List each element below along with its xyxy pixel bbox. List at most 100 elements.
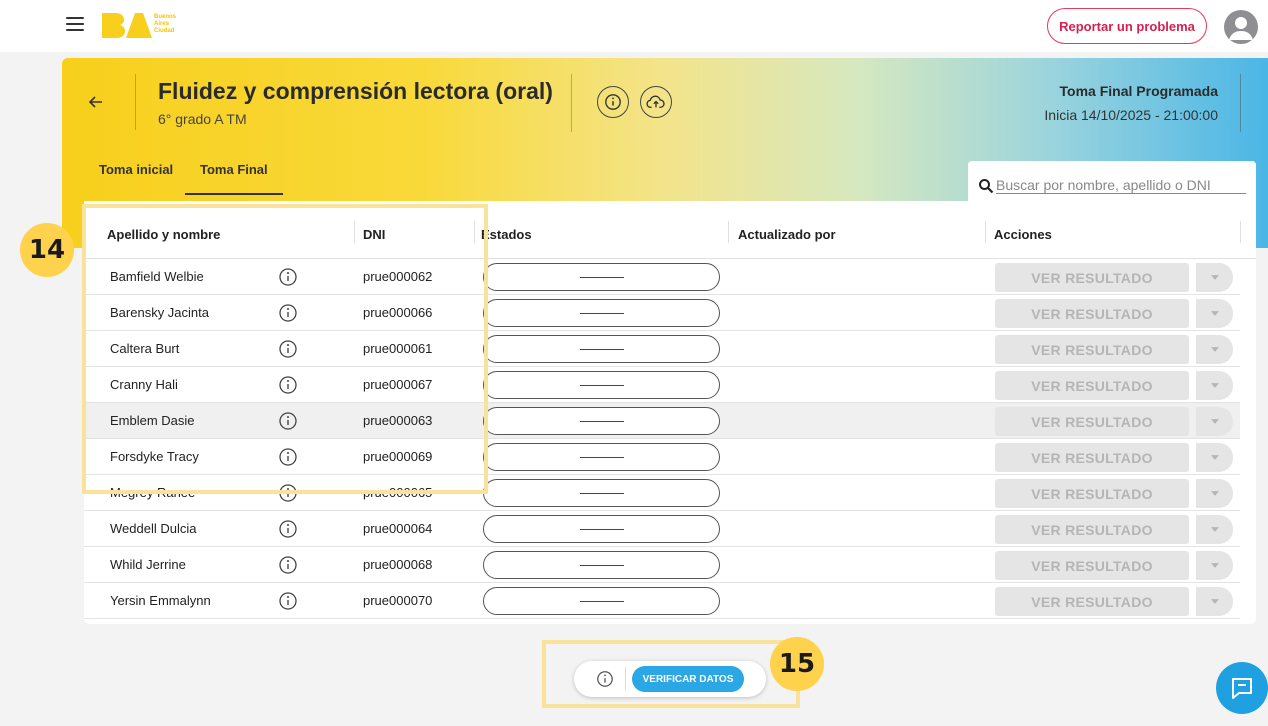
column-divider (985, 221, 986, 243)
toma-start-date: Inicia 14/10/2025 - 21:00:00 (1044, 107, 1218, 123)
view-result-button[interactable]: VER RESULTADO (995, 479, 1189, 508)
caret-down-icon (1210, 383, 1219, 388)
student-name: Cranny Hali (110, 377, 178, 392)
column-header-dni: DNI (363, 227, 386, 242)
table-row: Caltera Burt prue000061 VER RESULTADO (84, 331, 1240, 367)
info-icon[interactable] (278, 483, 298, 503)
annotation-badge-15: 15 (770, 637, 824, 691)
view-result-button[interactable]: VER RESULTADO (995, 407, 1189, 436)
header-divider (135, 74, 136, 130)
info-icon[interactable] (278, 555, 298, 575)
info-icon[interactable] (278, 375, 298, 395)
table-row: Barensky Jacinta prue000066 VER RESULTADO (84, 295, 1240, 331)
page-title: Fluidez y comprensión lectora (oral) (158, 78, 553, 104)
column-header-estados: Estados (481, 227, 532, 242)
verify-data-button[interactable]: VERIFICAR DATOS (632, 666, 744, 692)
toma-status-title: Toma Final Programada (1059, 83, 1218, 99)
report-problem-button[interactable]: Reportar un problema (1047, 8, 1207, 44)
cloud-upload-button[interactable] (640, 86, 672, 118)
view-result-button[interactable]: VER RESULTADO (995, 299, 1189, 328)
chat-icon (1232, 678, 1252, 699)
caret-down-icon (1210, 311, 1219, 316)
info-icon[interactable] (596, 670, 614, 688)
actions-dropdown-button[interactable] (1196, 263, 1233, 292)
table-row: Weddell Dulcia prue000064 VER RESULTADO (84, 511, 1240, 547)
actions-dropdown-button[interactable] (1196, 371, 1233, 400)
logo-text-3: Ciudad (154, 28, 175, 34)
avatar[interactable] (1224, 10, 1258, 44)
table-row: Cranny Hali prue000067 VER RESULTADO (84, 367, 1240, 403)
caret-down-icon (1210, 275, 1219, 280)
caret-down-icon (1210, 599, 1219, 604)
table-row: Megrey Ranee prue000065 VER RESULTADO (84, 475, 1240, 511)
actions-dropdown-button[interactable] (1196, 587, 1233, 616)
actions-dropdown-button[interactable] (1196, 335, 1233, 364)
view-result-button[interactable]: VER RESULTADO (995, 551, 1189, 580)
empty-status-dash (580, 457, 624, 458)
status-select[interactable] (483, 443, 720, 471)
empty-status-dash (580, 385, 624, 386)
empty-status-dash (580, 529, 624, 530)
student-name: Weddell Dulcia (110, 521, 197, 536)
view-result-button[interactable]: VER RESULTADO (995, 515, 1189, 544)
column-divider (354, 221, 355, 243)
info-icon[interactable] (278, 447, 298, 467)
table-row: Forsdyke Tracy prue000069 VER RESULTADO (84, 439, 1240, 475)
info-icon[interactable] (278, 267, 298, 287)
status-select[interactable] (483, 515, 720, 543)
column-divider (728, 221, 729, 243)
info-icon[interactable] (278, 303, 298, 323)
view-result-button[interactable]: VER RESULTADO (995, 371, 1189, 400)
search-input[interactable] (996, 177, 1246, 194)
status-select[interactable] (483, 479, 720, 507)
ba-logo[interactable]: Buenos Aires Ciudad (100, 10, 180, 38)
status-select[interactable] (483, 335, 720, 363)
search-icon (979, 179, 994, 194)
status-select[interactable] (483, 551, 720, 579)
empty-status-dash (580, 277, 624, 278)
actions-dropdown-button[interactable] (1196, 515, 1233, 544)
status-select[interactable] (483, 299, 720, 327)
actions-dropdown-button[interactable] (1196, 443, 1233, 472)
students-table: Apellido y nombre DNI Estados Actualizad… (84, 201, 1256, 624)
actions-dropdown-button[interactable] (1196, 407, 1233, 436)
table-row: Emblem Dasie prue000063 VER RESULTADO (84, 403, 1240, 439)
student-name: Yersin Emmalynn (110, 593, 211, 608)
empty-status-dash (580, 313, 624, 314)
menu-icon[interactable] (66, 17, 84, 33)
student-dni: prue000062 (363, 269, 433, 284)
chat-button[interactable] (1216, 662, 1268, 714)
header-divider (571, 74, 572, 132)
tab-toma-inicial[interactable]: Toma inicial (99, 162, 173, 193)
info-icon (605, 94, 621, 110)
status-select[interactable] (483, 407, 720, 435)
empty-status-dash (580, 601, 624, 602)
view-result-button[interactable]: VER RESULTADO (995, 335, 1189, 364)
empty-status-dash (580, 421, 624, 422)
status-select[interactable] (483, 371, 720, 399)
view-result-button[interactable]: VER RESULTADO (995, 443, 1189, 472)
status-select[interactable] (483, 263, 720, 291)
info-button[interactable] (597, 86, 629, 118)
student-name: Whild Jerrine (110, 557, 186, 572)
info-icon[interactable] (278, 591, 298, 611)
actions-dropdown-button[interactable] (1196, 551, 1233, 580)
table-row: Whild Jerrine prue000068 VER RESULTADO (84, 547, 1240, 583)
info-icon[interactable] (278, 519, 298, 539)
info-icon[interactable] (278, 339, 298, 359)
actions-dropdown-button[interactable] (1196, 299, 1233, 328)
cloud-upload-icon (646, 95, 665, 108)
student-name: Megrey Ranee (110, 485, 196, 500)
view-result-button[interactable]: VER RESULTADO (995, 587, 1189, 616)
logo-text-1: Buenos (154, 14, 177, 20)
info-icon[interactable] (278, 411, 298, 431)
back-arrow-icon[interactable] (86, 92, 106, 112)
student-dni: prue000069 (363, 449, 433, 464)
view-result-button[interactable]: VER RESULTADO (995, 263, 1189, 292)
verify-bar: VERIFICAR DATOS (574, 661, 766, 697)
actions-dropdown-button[interactable] (1196, 479, 1233, 508)
column-divider (1240, 221, 1241, 243)
status-select[interactable] (483, 587, 720, 615)
tab-toma-final[interactable]: Toma Final (185, 162, 283, 195)
logo-text-2: Aires (154, 21, 170, 27)
